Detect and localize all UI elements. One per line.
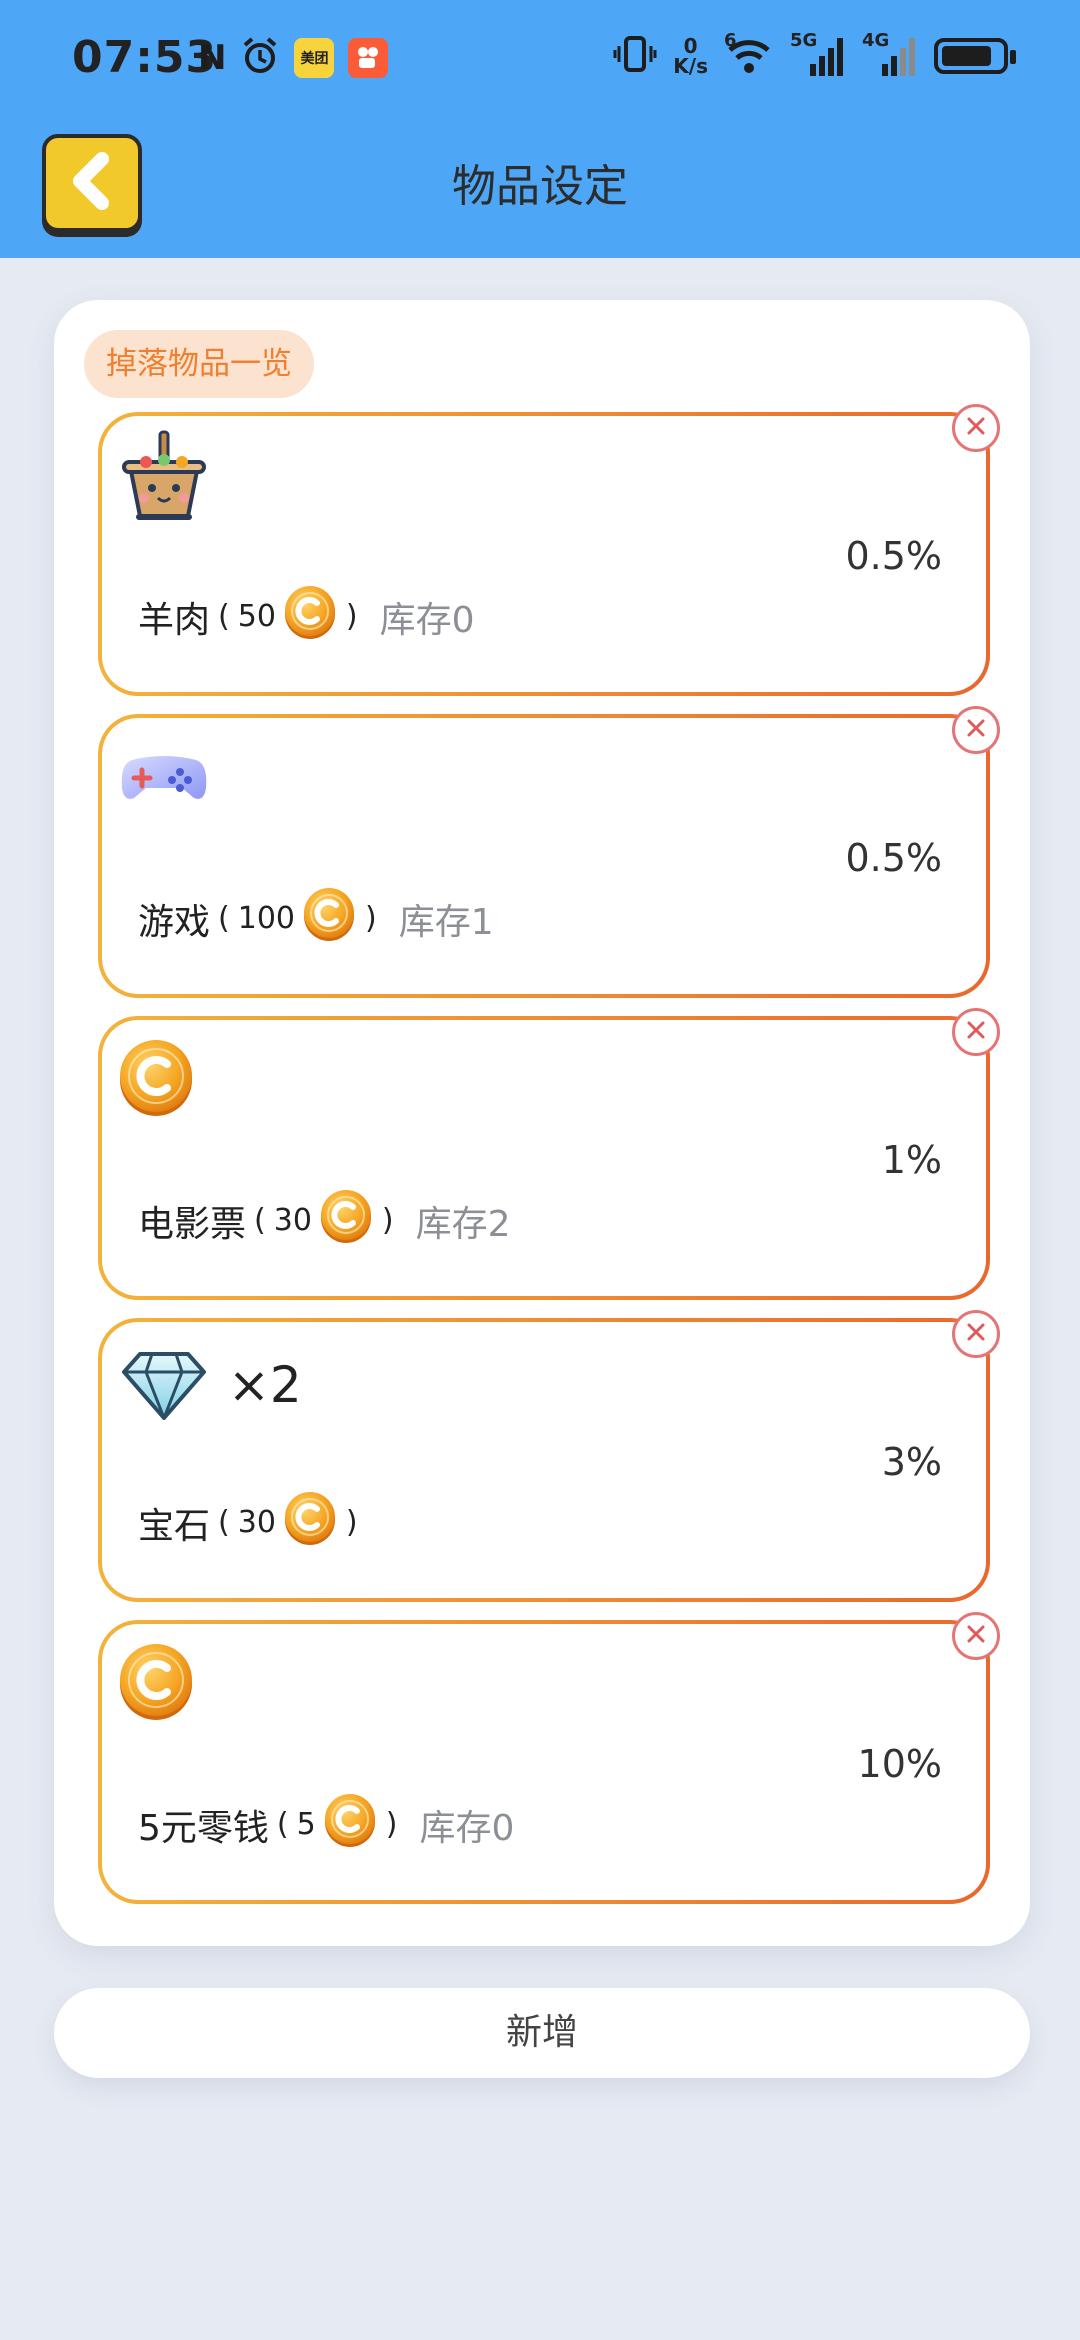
delete-item-button[interactable] — [952, 706, 1000, 754]
status-right-icons: 0 K/s 6 5G 4G — [613, 30, 1016, 80]
open-paren: ( — [218, 599, 230, 634]
item-name: 宝石 — [138, 1505, 211, 1547]
item-drop-rate[interactable]: 10% — [858, 1742, 942, 1786]
add-item-button[interactable]: 新增 — [54, 1988, 1030, 2078]
item-drop-rate[interactable]: 1% — [882, 1138, 942, 1182]
close-paren: ) — [385, 1807, 398, 1842]
item-stock: 库存0 — [419, 1807, 515, 1849]
coin-icon — [116, 1032, 212, 1128]
item-stock: 库存0 — [379, 599, 475, 641]
item-info: 5元零钱 ( 5 ) 库存0 — [138, 1792, 514, 1857]
close-icon — [965, 717, 987, 743]
delete-item-button[interactable] — [952, 1008, 1000, 1056]
network-speed: 0 K/s — [673, 36, 708, 76]
item-info: 电影票 ( 30 ) 库存2 — [138, 1188, 511, 1253]
item-price: 100 — [237, 901, 295, 936]
open-paren: ( — [218, 901, 230, 936]
close-paren: ) — [345, 599, 358, 634]
item-quantity: ×2 — [228, 1356, 302, 1414]
item-price: 30 — [237, 1505, 276, 1540]
coin-icon — [282, 584, 338, 649]
item-card-3[interactable]: 1% 电影票 ( 30 ) 库存2 — [98, 1008, 1000, 1300]
meituan-app-icon: 美团 — [294, 38, 335, 78]
item-drop-rate[interactable]: 0.5% — [845, 534, 942, 578]
coin-icon — [116, 1636, 212, 1732]
section-label: 掉落物品一览 — [84, 330, 314, 398]
kuaishou-app-icon — [348, 38, 389, 78]
close-paren: ) — [345, 1505, 358, 1540]
items-panel: 掉落物品一览 0.5% 羊肉 ( 50 ) 库存0 0.5% 游戏 ( 100 — [54, 300, 1030, 1946]
item-card-4[interactable]: ×2 3% 宝石 ( 30 ) — [98, 1310, 1000, 1602]
status-time: 07:53 — [72, 32, 218, 83]
signal-5g-icon: 5G — [790, 30, 846, 78]
battery-icon — [934, 38, 1016, 74]
nfc-icon: N — [198, 38, 227, 78]
item-stock: 库存1 — [398, 901, 494, 943]
coin-icon — [301, 886, 357, 951]
speed-value: 0 — [683, 34, 698, 58]
item-card-2[interactable]: 0.5% 游戏 ( 100 ) 库存1 — [98, 706, 1000, 998]
item-card-1[interactable]: 0.5% 羊肉 ( 50 ) 库存0 — [98, 404, 1000, 696]
battery-fill — [942, 46, 992, 66]
alarm-icon — [240, 36, 280, 80]
item-drop-rate[interactable]: 3% — [882, 1440, 942, 1484]
close-paren: ) — [381, 1203, 394, 1238]
open-paren: ( — [254, 1203, 266, 1238]
coin-icon — [322, 1792, 378, 1857]
net1-label: 5G — [790, 30, 818, 51]
item-info: 游戏 ( 100 ) 库存1 — [138, 886, 494, 951]
item-card-5[interactable]: 10% 5元零钱 ( 5 ) 库存0 — [98, 1612, 1000, 1904]
close-icon — [965, 1321, 987, 1347]
delete-item-button[interactable] — [952, 404, 1000, 452]
item-name: 羊肉 — [138, 599, 211, 641]
gamepad-icon — [116, 730, 212, 826]
close-icon — [965, 1019, 987, 1045]
status-left-icons: N 美团 — [198, 34, 389, 82]
item-name: 电影票 — [138, 1203, 247, 1245]
item-name: 5元零钱 — [138, 1807, 269, 1849]
wifi-icon: 6 — [724, 30, 774, 78]
close-paren: ) — [365, 901, 377, 936]
delete-item-button[interactable] — [952, 1612, 1000, 1660]
page-title: 物品设定 — [452, 161, 628, 212]
item-stock: 库存2 — [415, 1203, 511, 1245]
item-info: 羊肉 ( 50 ) 库存0 — [138, 584, 475, 649]
item-drop-rate[interactable]: 0.5% — [845, 836, 942, 880]
item-price: 5 — [296, 1807, 316, 1842]
item-info: 宝石 ( 30 ) — [138, 1490, 366, 1555]
diamond-icon — [116, 1334, 212, 1430]
item-name: 游戏 — [138, 901, 211, 943]
coin-icon — [282, 1490, 338, 1555]
status-bar: 07:53 N 美团 0 K/s 6 5G 4G — [0, 0, 1080, 120]
wifi-version: 6 — [724, 30, 737, 51]
coin-icon — [318, 1188, 374, 1253]
delete-item-button[interactable] — [952, 1310, 1000, 1358]
vibrate-icon — [613, 32, 657, 80]
open-paren: ( — [218, 1505, 230, 1540]
net2-label: 4G — [862, 30, 890, 51]
open-paren: ( — [276, 1807, 289, 1842]
signal-4g-icon: 4G — [862, 30, 918, 78]
close-icon — [965, 415, 987, 441]
item-price: 50 — [237, 599, 276, 634]
hotpot-icon — [116, 428, 212, 524]
speed-unit: K/s — [673, 54, 708, 78]
close-icon — [965, 1623, 987, 1649]
item-price: 30 — [273, 1203, 312, 1238]
app-header: 07:53 N 美团 0 K/s 6 5G 4G 物品设定 — [0, 0, 1080, 258]
